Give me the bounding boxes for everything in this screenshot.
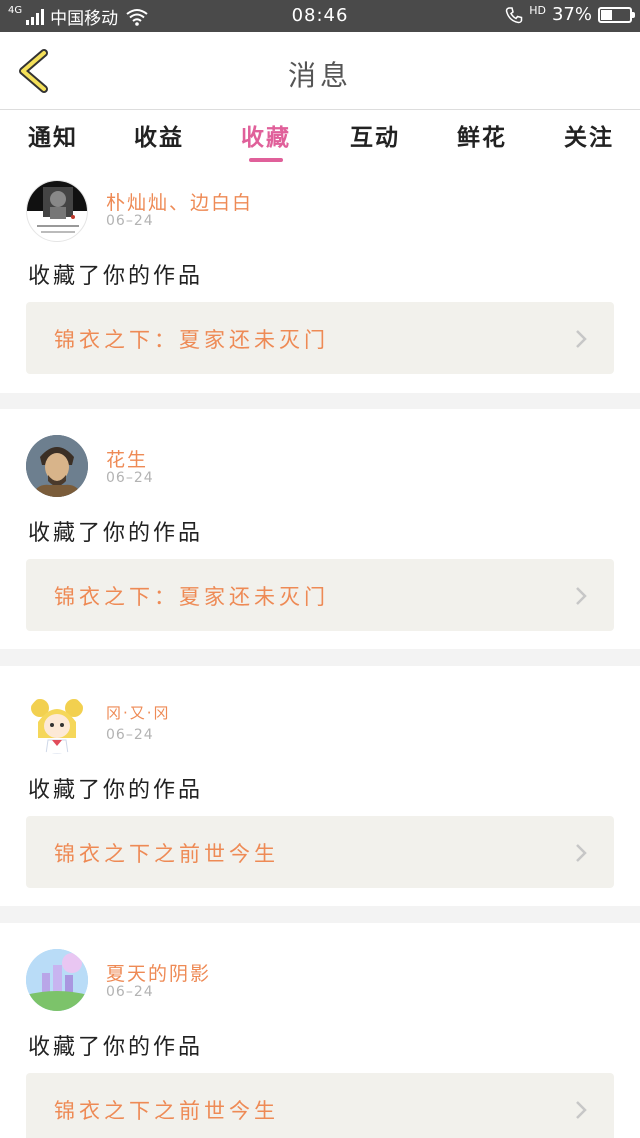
tab-interactions[interactable]: 互动 (330, 118, 420, 152)
work-link[interactable]: 锦衣之下：夏家还未灭门 (26, 559, 614, 631)
work-title: 锦衣之下之前世今生 (54, 842, 279, 866)
message-card: 花生 06–24 收藏了你的作品 锦衣之下：夏家还未灭门 (0, 409, 640, 649)
avatar[interactable] (26, 180, 88, 242)
tab-earnings[interactable]: 收益 (114, 118, 204, 152)
message-date: 06–24 (106, 213, 154, 229)
tab-bar: 通知 收益 收藏 互动 鲜花 关注 (0, 110, 640, 164)
username[interactable]: 朴灿灿、边白白 (106, 188, 253, 215)
avatar-image (26, 435, 88, 497)
username[interactable]: 冈·又·冈 (106, 702, 171, 723)
tab-favorites[interactable]: 收藏 (221, 118, 311, 162)
battery-fill (601, 9, 613, 20)
header-bar: 消息 (0, 32, 640, 110)
avatar-image (27, 181, 87, 233)
work-title: 锦衣之下：夏家还未灭门 (54, 585, 329, 609)
phone-icon (505, 6, 523, 23)
username[interactable]: 夏天的阴影 (106, 959, 211, 986)
avatar[interactable] (26, 949, 88, 1011)
status-right: HD 37% (505, 4, 635, 25)
action-text: 收藏了你的作品 (28, 264, 204, 289)
battery-icon (598, 6, 635, 23)
chevron-right-icon (576, 844, 587, 862)
chevron-right-icon (576, 587, 587, 605)
avatar[interactable] (26, 692, 88, 754)
work-link[interactable]: 锦衣之下：夏家还未灭门 (26, 302, 614, 374)
chevron-right-icon (576, 1101, 587, 1119)
message-date: 06–24 (106, 470, 154, 486)
avatar-image (26, 949, 88, 1011)
action-text: 收藏了你的作品 (28, 1035, 204, 1060)
avatar[interactable] (26, 435, 88, 497)
chevron-right-icon (576, 330, 587, 348)
page-title: 消息 (287, 59, 352, 92)
work-title: 锦衣之下之前世今生 (54, 1099, 279, 1123)
message-date: 06–24 (106, 984, 154, 1000)
tab-follows[interactable]: 关注 (544, 118, 634, 152)
hd-indicator: HD (529, 4, 546, 17)
username[interactable]: 花生 (106, 445, 148, 472)
message-card: 冈·又·冈 06–24 收藏了你的作品 锦衣之下之前世今生 (0, 666, 640, 906)
avatar-image (31, 699, 83, 754)
battery-percent: 37% (551, 4, 592, 25)
work-link[interactable]: 锦衣之下之前世今生 (26, 816, 614, 888)
action-text: 收藏了你的作品 (28, 778, 204, 803)
message-date: 06–24 (106, 727, 154, 743)
status-bar: 4G 中国移动 08:46 HD 37% (0, 0, 640, 32)
work-title: 锦衣之下：夏家还未灭门 (54, 328, 329, 352)
tab-notifications[interactable]: 通知 (8, 118, 98, 152)
work-link[interactable]: 锦衣之下之前世今生 (26, 1073, 614, 1138)
message-card: 朴灿灿、边白白 06–24 收藏了你的作品 锦衣之下：夏家还未灭门 (0, 164, 640, 393)
action-text: 收藏了你的作品 (28, 521, 204, 546)
tab-flowers[interactable]: 鲜花 (437, 118, 527, 152)
message-card: 夏天的阴影 06–24 收藏了你的作品 锦衣之下之前世今生 (0, 923, 640, 1138)
